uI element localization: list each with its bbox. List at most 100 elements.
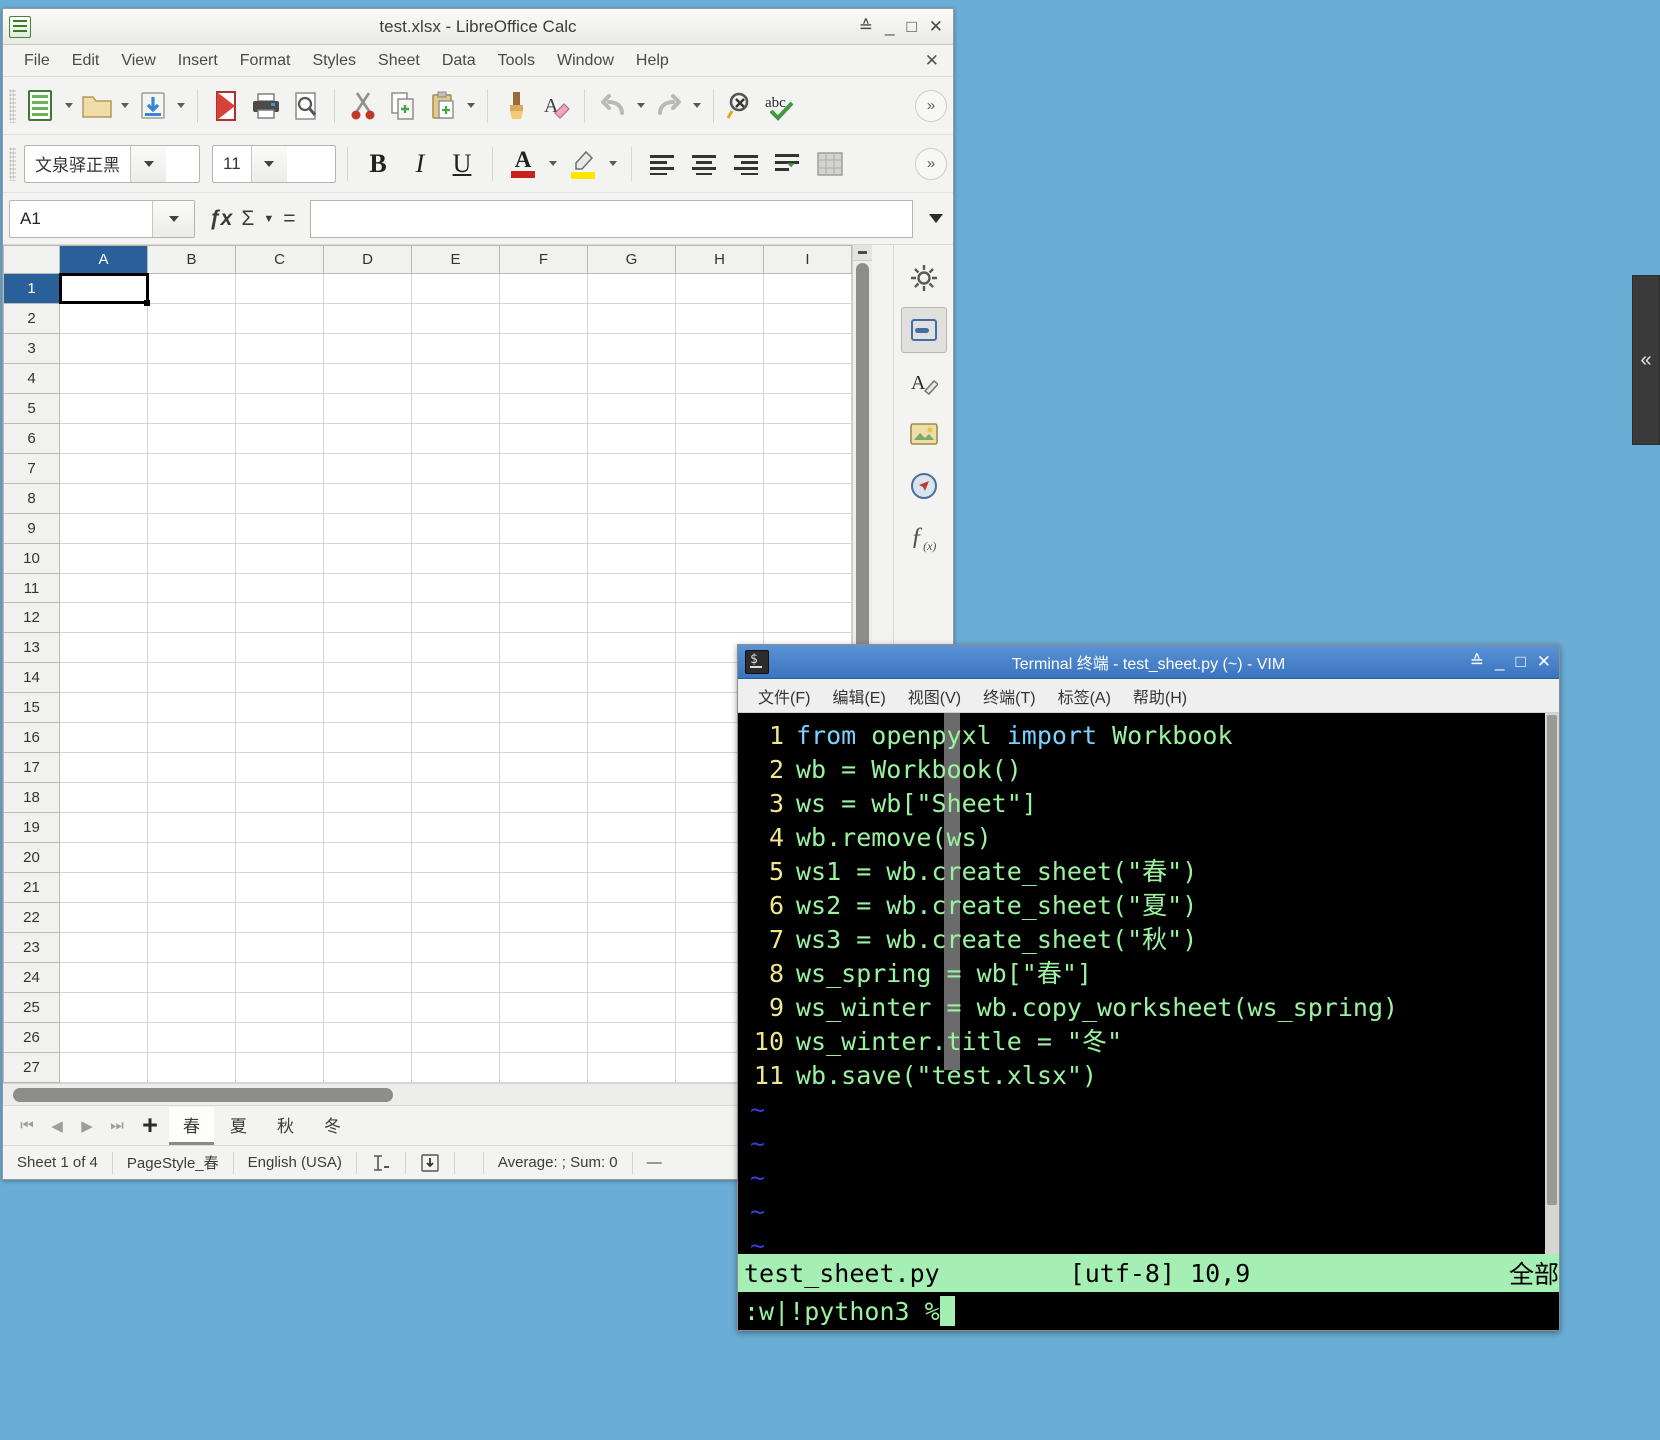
menu-insert[interactable]: Insert [167, 49, 229, 73]
cell-A5[interactable] [59, 392, 148, 424]
wrap-text-icon[interactable] [769, 144, 807, 184]
terminal-menu-edit[interactable]: 编辑(E) [824, 682, 893, 710]
name-box-dropdown-icon[interactable] [152, 200, 194, 237]
cell-D8[interactable] [323, 482, 412, 514]
cell-C1[interactable] [235, 273, 324, 304]
cell-H6[interactable] [675, 422, 764, 454]
highlight-color-icon[interactable] [564, 144, 602, 184]
cell-A21[interactable] [59, 872, 148, 904]
cell-D23[interactable] [323, 931, 412, 963]
terminal-menu-help[interactable]: 帮助(H) [1125, 682, 1195, 710]
cell-C7[interactable] [235, 452, 324, 484]
row-header-26[interactable]: 26 [3, 1021, 60, 1053]
cell-E23[interactable] [411, 931, 500, 963]
scroll-up-icon[interactable] [853, 245, 872, 261]
cell-I6[interactable] [763, 422, 852, 454]
cell-F7[interactable] [499, 452, 588, 484]
row-header-25[interactable]: 25 [3, 991, 60, 1023]
row-header-16[interactable]: 16 [3, 722, 60, 754]
cell-D26[interactable] [323, 1021, 412, 1053]
cell-B25[interactable] [147, 991, 236, 1023]
cell-F13[interactable] [499, 632, 588, 664]
cell-I2[interactable] [763, 302, 852, 334]
cell-D3[interactable] [323, 332, 412, 364]
cell-F4[interactable] [499, 362, 588, 394]
row-header-24[interactable]: 24 [3, 961, 60, 993]
minimize-icon[interactable]: _ [885, 17, 894, 37]
cell-I9[interactable] [763, 512, 852, 544]
cell-B8[interactable] [147, 482, 236, 514]
cell-I12[interactable] [763, 602, 852, 634]
new-document-dropdown[interactable] [62, 86, 76, 126]
column-header-b[interactable]: B [147, 245, 236, 274]
row-header-9[interactable]: 9 [3, 512, 60, 544]
cell-D16[interactable] [323, 722, 412, 754]
cell-F26[interactable] [499, 1021, 588, 1053]
cell-A6[interactable] [59, 422, 148, 454]
underline-icon[interactable]: U [443, 144, 481, 184]
cell-B17[interactable] [147, 752, 236, 784]
font-size-combo[interactable]: 11 [212, 144, 336, 183]
row-header-11[interactable]: 11 [3, 572, 60, 604]
cell-F19[interactable] [499, 812, 588, 844]
sum-icon[interactable]: Σ [241, 207, 254, 231]
column-header-a[interactable]: A [59, 245, 148, 274]
cell-A10[interactable] [59, 542, 148, 574]
column-header-d[interactable]: D [323, 245, 412, 274]
cell-C19[interactable] [235, 812, 324, 844]
vim-command-line[interactable]: :w|!python3 % [738, 1292, 1559, 1330]
cell-B26[interactable] [147, 1021, 236, 1053]
redo-dropdown[interactable] [690, 86, 704, 126]
cell-G10[interactable] [587, 542, 676, 574]
cell-B14[interactable] [147, 662, 236, 694]
row-header-3[interactable]: 3 [3, 332, 60, 364]
sheet-tab-autumn[interactable]: 秋 [263, 1107, 308, 1145]
add-sheet-button[interactable]: + [133, 1111, 167, 1141]
cell-D9[interactable] [323, 512, 412, 544]
cell-C16[interactable] [235, 722, 324, 754]
cell-B5[interactable] [147, 392, 236, 424]
cell-D10[interactable] [323, 542, 412, 574]
menu-sheet[interactable]: Sheet [367, 49, 431, 73]
column-header-c[interactable]: C [235, 245, 324, 274]
cell-F15[interactable] [499, 692, 588, 724]
row-header-17[interactable]: 17 [3, 752, 60, 784]
status-zoom-slider[interactable]: — [633, 1152, 676, 1174]
formula-icon[interactable]: = [283, 207, 295, 231]
cell-I1[interactable] [763, 273, 852, 304]
selection-mode-icon[interactable] [357, 1151, 406, 1174]
cell-A1[interactable] [58, 272, 151, 307]
cell-G21[interactable] [587, 872, 676, 904]
horizontal-scroll-thumb[interactable] [13, 1087, 393, 1102]
cell-E15[interactable] [411, 692, 500, 724]
cell-C15[interactable] [235, 692, 324, 724]
cell-I8[interactable] [763, 482, 852, 514]
cell-F24[interactable] [499, 961, 588, 993]
redo-icon[interactable] [650, 86, 688, 126]
unsaved-changes-icon[interactable] [406, 1151, 455, 1174]
cell-H10[interactable] [675, 542, 764, 574]
cell-F8[interactable] [499, 482, 588, 514]
menu-window[interactable]: Window [546, 49, 625, 73]
cell-F2[interactable] [499, 302, 588, 334]
cell-D11[interactable] [323, 572, 412, 604]
cell-D13[interactable] [323, 632, 412, 664]
cell-A2[interactable] [59, 302, 148, 334]
navigator-icon[interactable] [901, 463, 947, 509]
cell-B6[interactable] [147, 422, 236, 454]
cell-F17[interactable] [499, 752, 588, 784]
menu-tools[interactable]: Tools [487, 49, 546, 73]
column-header-i[interactable]: I [763, 245, 852, 274]
shade-icon[interactable]: ≙ [859, 17, 873, 37]
align-left-icon[interactable] [643, 144, 681, 184]
vim-scroll-thumb[interactable] [1547, 715, 1557, 1205]
sum-dropdown-icon[interactable]: ▼ [263, 213, 274, 225]
cell-E7[interactable] [411, 452, 500, 484]
cell-F20[interactable] [499, 842, 588, 874]
cell-C13[interactable] [235, 632, 324, 664]
menu-edit[interactable]: Edit [61, 49, 111, 73]
cell-A20[interactable] [59, 842, 148, 874]
cell-C21[interactable] [235, 872, 324, 904]
next-sheet-icon[interactable]: ▶ [73, 1111, 101, 1141]
cell-A14[interactable] [59, 662, 148, 694]
